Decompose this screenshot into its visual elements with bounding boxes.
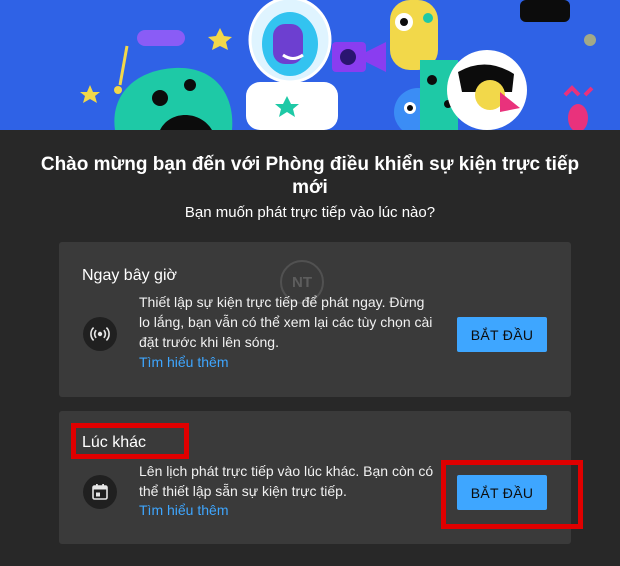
calendar-icon [83, 475, 117, 509]
welcome-banner-illustration [0, 0, 620, 130]
learn-more-link-now[interactable]: Tìm hiểu thêm [139, 354, 228, 370]
dialog-title: Chào mừng bạn đến với Phòng điều khiển s… [40, 154, 580, 198]
option-title-now: Ngay bây giờ [82, 267, 177, 284]
highlight-box-title [71, 423, 189, 459]
dialog-subtitle: Bạn muốn phát trực tiếp vào lúc nào? [184, 204, 436, 221]
highlight-box-button [441, 460, 583, 529]
watermark-logo: NT [280, 260, 324, 304]
option-description-later: Lên lịch phát trực tiếp vào lúc khác. Bạ… [139, 463, 434, 499]
option-description-now: Thiết lập sự kiện trực tiếp để phát ngay… [139, 294, 433, 350]
live-broadcast-icon [83, 317, 117, 351]
learn-more-link-later[interactable]: Tìm hiểu thêm [139, 502, 228, 518]
start-now-button[interactable]: BẮT ĐẦU [457, 317, 547, 352]
